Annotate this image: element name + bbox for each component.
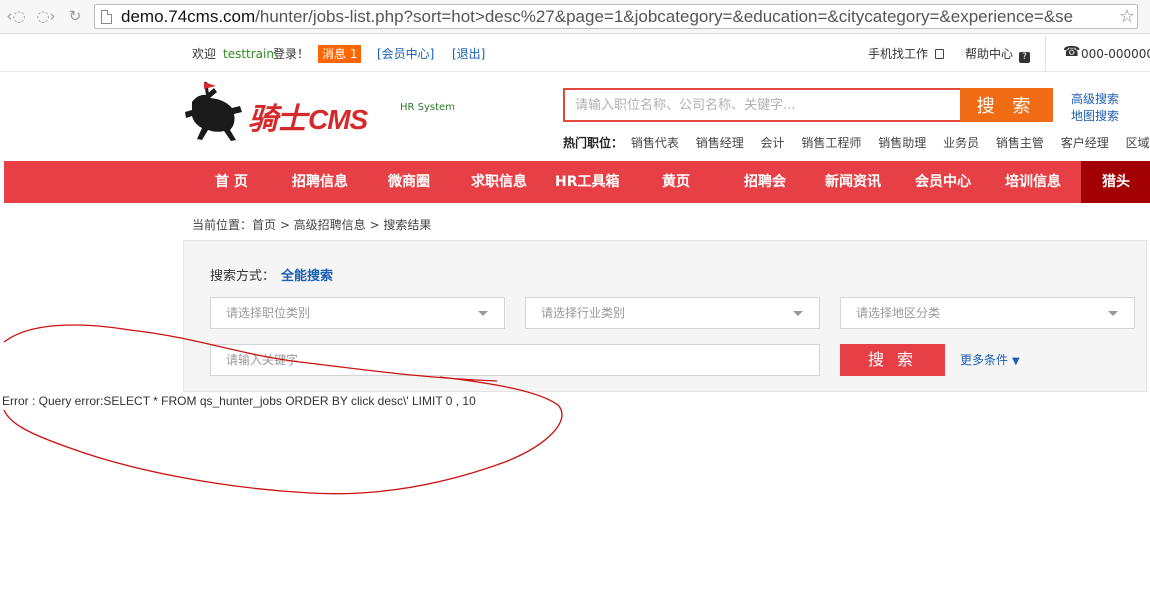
mobile-jobs-link[interactable]: 手机找工作 (868, 47, 945, 61)
phone-number: 000-000000 (1081, 47, 1150, 61)
panel-search-button[interactable]: 搜 索 (840, 344, 945, 376)
more-conditions-link[interactable]: 更多条件 ▼ (960, 351, 1020, 368)
back-icon[interactable]: ‹◌ (4, 6, 28, 26)
region-select[interactable]: 请选择地区分类 (840, 297, 1135, 329)
hot-job-link[interactable]: 销售工程师 (801, 136, 861, 150)
search-mode: 搜索方式： 全能搜索 (210, 269, 334, 284)
nav-item-member-center[interactable]: 会员中心 (915, 161, 971, 203)
hot-job-link[interactable]: 销售主管 (996, 136, 1044, 150)
member-center-link[interactable]: [会员中心] (377, 47, 434, 61)
logo-wordmark: 骑士CMS (248, 102, 368, 137)
hot-job-link[interactable]: 会计 (761, 136, 785, 150)
hot-job-link[interactable]: 客户经理 (1061, 136, 1109, 150)
login-status: 登录！ (273, 47, 310, 61)
hot-jobs: 热门职位： 销售代表 销售经理 会计 销售工程师 销售助理 业务员 销售主管 客… (563, 134, 1150, 151)
nav-item-business-circle[interactable]: 微商圈 (388, 161, 430, 203)
messages-badge[interactable]: 消息 1 (318, 45, 362, 63)
welcome-text: 欢迎 (192, 47, 217, 61)
nav-item-home[interactable]: 首 页 (215, 161, 248, 203)
username-link[interactable]: testtrain (223, 47, 274, 61)
page-icon (101, 10, 112, 24)
nav-item-hr-tools[interactable]: HR工具箱 (555, 161, 620, 203)
help-center-link[interactable]: 帮助中心? (965, 47, 1031, 63)
hot-job-link[interactable]: 区域销售 (1126, 136, 1150, 150)
divider (1045, 36, 1046, 72)
hot-job-link[interactable]: 销售助理 (878, 136, 926, 150)
mobile-icon (935, 49, 945, 59)
url-text: demo.74cms.com/hunter/jobs-list.php?sort… (121, 7, 1074, 26)
breadcrumb: 当前位置：首页 > 高级招聘信息 > 搜索结果 (192, 218, 432, 232)
keyword-input[interactable]: 请输入关键字 (210, 344, 820, 376)
map-search-link[interactable]: 地图搜索 (1071, 107, 1119, 124)
browser-toolbar: ‹◌ ◌› ↻ demo.74cms.com/hunter/jobs-list.… (0, 0, 1150, 34)
header-search-box (563, 88, 963, 122)
logout-link[interactable]: [退出] (452, 47, 485, 61)
phone-icon: ☎ (1063, 44, 1081, 60)
header-search-button[interactable]: 搜 索 (960, 88, 1053, 122)
job-category-select[interactable]: 请选择职位类别 (210, 297, 505, 329)
caret-down-icon (478, 311, 488, 316)
nav-item-yellow-pages[interactable]: 黄页 (662, 161, 690, 203)
bookmark-star-icon[interactable]: ☆ (1119, 6, 1135, 28)
knight-logo-icon (185, 82, 242, 141)
nav-item-resumes[interactable]: 求职信息 (471, 161, 527, 203)
main-nav: 首 页 招聘信息 微商圈 求职信息 HR工具箱 黄页 招聘会 新闻资讯 会员中心… (4, 161, 1150, 203)
hot-job-link[interactable]: 销售经理 (696, 136, 744, 150)
nav-item-headhunter[interactable]: 猎头 (1081, 161, 1150, 203)
logo-tagline: HR System (400, 102, 455, 113)
industry-select[interactable]: 请选择行业类别 (525, 297, 820, 329)
search-mode-value[interactable]: 全能搜索 (281, 269, 333, 284)
forward-icon[interactable]: ◌› (34, 6, 58, 26)
site-logo[interactable]: 骑士CMS HR System (184, 80, 474, 144)
nav-item-job-fair[interactable]: 招聘会 (744, 161, 786, 203)
hot-jobs-label: 热门职位： (563, 136, 624, 150)
user-bar: 欢迎 testtrain 登录！ 消息 1 [会员中心] [退出] 手机找工作 … (0, 36, 1150, 72)
advanced-search-link[interactable]: 高级搜索 (1071, 90, 1119, 107)
caret-down-icon (793, 311, 803, 316)
header-search-input[interactable] (565, 90, 961, 120)
hot-job-link[interactable]: 销售代表 (631, 136, 679, 150)
error-message: Error : Query error:SELECT * FROM qs_hun… (2, 394, 476, 408)
address-bar[interactable]: demo.74cms.com/hunter/jobs-list.php?sort… (94, 4, 1138, 29)
reload-icon[interactable]: ↻ (63, 6, 87, 26)
nav-item-training[interactable]: 培训信息 (1005, 161, 1061, 203)
hot-job-link[interactable]: 业务员 (943, 136, 979, 150)
search-panel: 搜索方式： 全能搜索 请选择职位类别 请选择行业类别 请选择地区分类 请输入关键字… (183, 240, 1147, 392)
nav-item-news[interactable]: 新闻资讯 (825, 161, 881, 203)
double-chevron-down-icon: ▼ (1012, 356, 1020, 367)
caret-down-icon (1108, 311, 1118, 316)
nav-item-jobs[interactable]: 招聘信息 (292, 161, 348, 203)
help-icon: ? (1019, 52, 1031, 63)
